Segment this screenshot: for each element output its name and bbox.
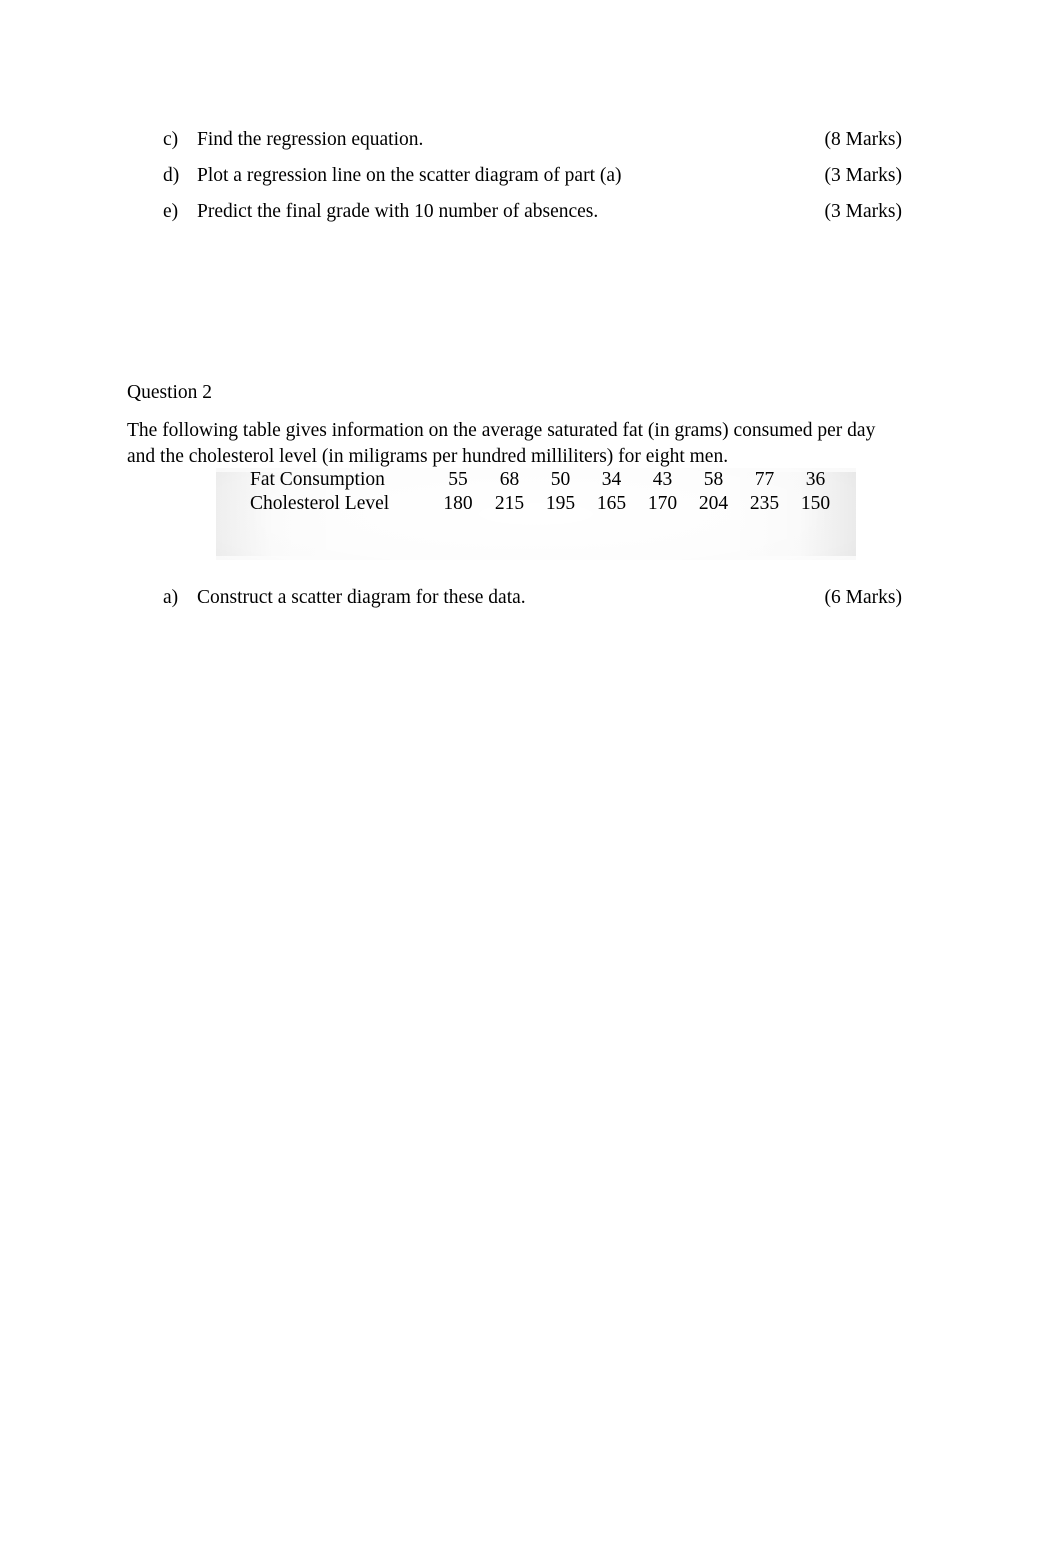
list-item: c) Find the regression equation. (8 Mark… <box>163 122 902 158</box>
list-item: a) Construct a scatter diagram for these… <box>163 580 902 616</box>
document-page: c) Find the regression equation. (8 Mark… <box>0 0 1062 1561</box>
table-row: Cholesterol Level 180 215 195 165 170 20… <box>216 492 841 516</box>
row-header-cholesterol-level: Cholesterol Level <box>250 493 390 514</box>
table-row: Fat Consumption 55 68 50 34 43 58 77 36 <box>216 468 841 492</box>
table-cell: 235 <box>749 493 780 514</box>
data-table-container: Fat Consumption 55 68 50 34 43 58 77 36 … <box>216 468 856 560</box>
list-item-marks: (8 Marks) <box>824 129 902 150</box>
table-cell: 34 <box>601 469 622 490</box>
table-cell: 36 <box>805 469 826 490</box>
list-item: d) Plot a regression line on the scatter… <box>163 158 902 194</box>
fat-cholesterol-table: Fat Consumption 55 68 50 34 43 58 77 36 … <box>216 468 841 516</box>
question-2-parts-list: a) Construct a scatter diagram for these… <box>163 580 902 616</box>
intro-line-1: The following table gives information on… <box>127 420 876 441</box>
table-cell: 170 <box>647 493 678 514</box>
table-cell: 215 <box>494 493 525 514</box>
table-cell: 180 <box>443 493 473 514</box>
table-cell: 68 <box>499 469 520 490</box>
list-item-text: Find the regression equation. <box>197 129 424 150</box>
list-item-text: Plot a regression line on the scatter di… <box>197 165 622 186</box>
table-cell: 50 <box>550 469 571 490</box>
question-1-parts-list: c) Find the regression equation. (8 Mark… <box>163 122 902 230</box>
table-cell: 77 <box>754 469 775 490</box>
list-item-marks: (6 Marks) <box>824 587 902 608</box>
table-cell: 195 <box>545 493 576 514</box>
question-2-intro-paragraph: The following table gives information on… <box>127 418 887 470</box>
table-cell: 43 <box>652 469 673 490</box>
table-cell: 204 <box>698 493 729 514</box>
list-item-marker: d) <box>163 165 180 186</box>
table-cell: 150 <box>800 493 831 514</box>
table-cell: 165 <box>596 493 627 514</box>
question-2-heading: Question 2 <box>127 382 213 403</box>
list-item-marks: (3 Marks) <box>824 165 902 186</box>
list-item-marker: a) <box>163 587 179 608</box>
list-item-marks: (3 Marks) <box>824 201 902 222</box>
table-cell: 58 <box>703 469 724 490</box>
list-item-marker: c) <box>163 129 179 150</box>
list-item-text: Predict the final grade with 10 number o… <box>197 201 599 222</box>
list-item-marker: e) <box>163 201 179 222</box>
list-item-text: Construct a scatter diagram for these da… <box>197 587 526 608</box>
row-header-fat-consumption: Fat Consumption <box>250 469 385 490</box>
intro-line-2: and the cholesterol level (in miligrams … <box>127 446 729 467</box>
list-item: e) Predict the final grade with 10 numbe… <box>163 194 902 230</box>
table-cell: 55 <box>448 469 468 490</box>
